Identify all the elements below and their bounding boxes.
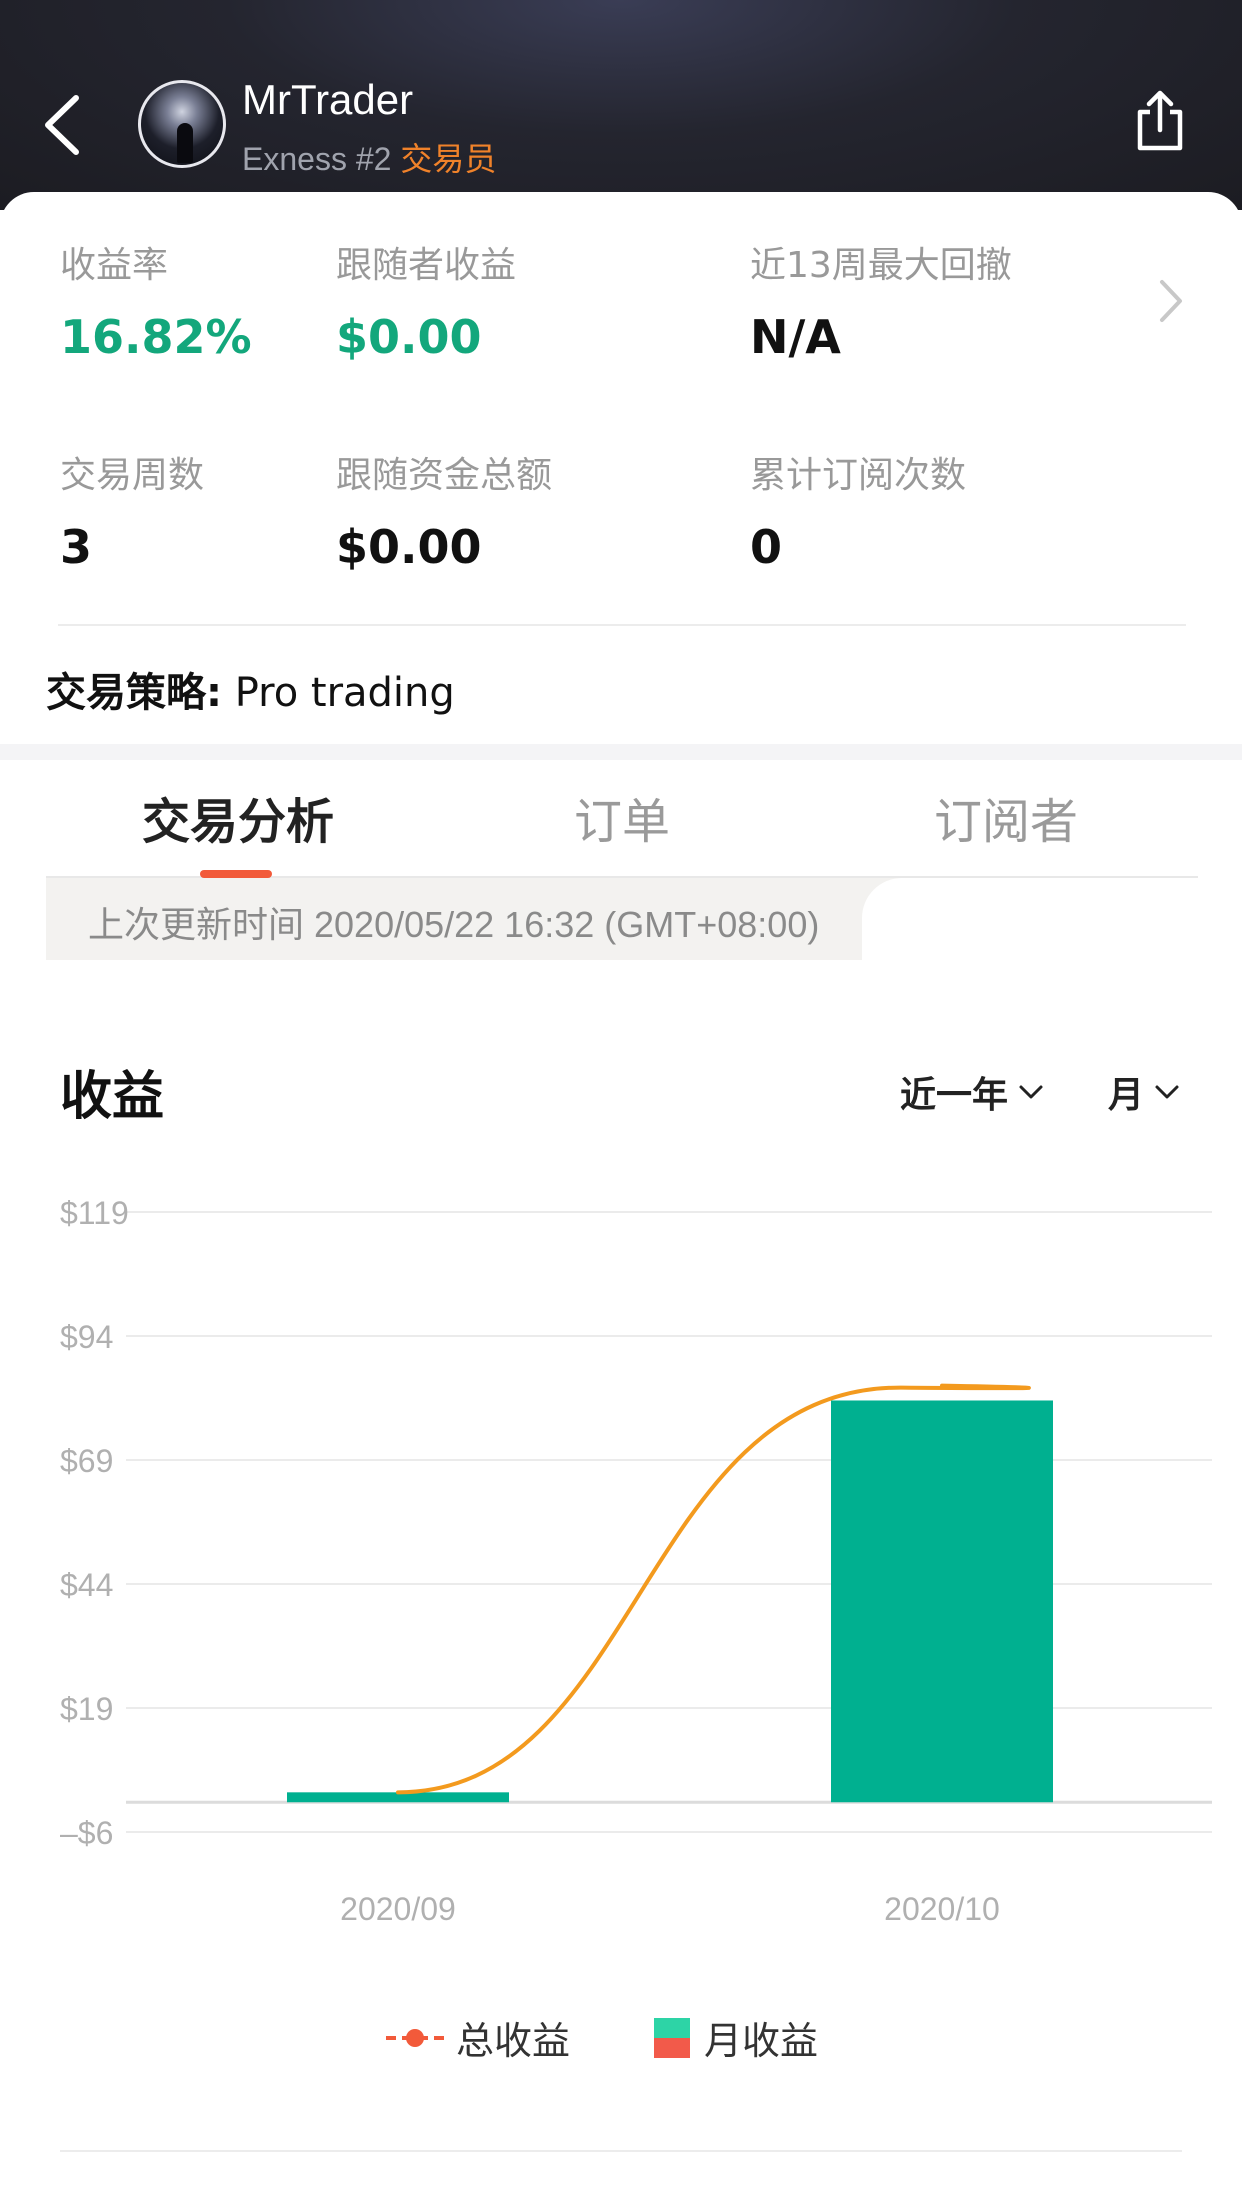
strategy-row: 交易策略: Pro trading	[46, 660, 455, 718]
bar-series-icon	[654, 2017, 690, 2058]
bottom-divider	[60, 2150, 1182, 2152]
chevron-right-icon[interactable]	[1156, 276, 1186, 326]
tab-subscribers[interactable]: 订阅者	[934, 782, 1078, 852]
range-dropdown-label: 近一年	[900, 1075, 1009, 1116]
last-update-text: 上次更新时间 2020/05/22 16:32 (GMT+08:00)	[88, 904, 820, 945]
return-rate-label: 收益率	[60, 245, 169, 286]
line-series-icon	[386, 2028, 444, 2047]
legend-monthly: 月收益	[654, 2010, 818, 2065]
tab-analysis[interactable]: 交易分析	[142, 782, 334, 852]
avatar[interactable]	[138, 80, 226, 168]
strategy-label: 交易策略:	[46, 670, 222, 716]
legend-total: 总收益	[384, 2010, 570, 2065]
last-update-banner: 上次更新时间 2020/05/22 16:32 (GMT+08:00)	[46, 878, 902, 960]
return-rate-value: 16.82%	[60, 310, 252, 364]
subscriptions-label: 累计订阅次数	[750, 455, 967, 496]
earnings-chart: $119 $94 $69 $44 $19 –$6 2020/09 2020/10	[60, 1195, 1212, 1927]
trader-subtitle: Exness #2 交易员	[242, 134, 496, 180]
tab-orders[interactable]: 订单	[574, 782, 670, 852]
legend-monthly-label: 月收益	[704, 2019, 819, 2063]
y-tick-label: $19	[60, 1691, 113, 1727]
max-drawdown-label: 近13周最大回撤	[750, 245, 1012, 286]
max-drawdown-value: N/A	[750, 310, 841, 364]
legend-total-label: 总收益	[456, 2019, 571, 2063]
range-dropdown[interactable]: 近一年	[900, 1066, 1044, 1118]
trader-name: MrTrader	[242, 76, 414, 123]
chevron-down-icon	[1155, 1085, 1179, 1099]
strategy-value: Pro trading	[234, 670, 455, 716]
follow-funds-label: 跟随资金总额	[336, 455, 553, 496]
chevron-down-icon	[1019, 1085, 1043, 1099]
trading-weeks-value: 3	[60, 520, 93, 574]
stats-divider	[58, 624, 1186, 626]
x-tick-label: 2020/09	[340, 1891, 456, 1927]
y-tick-label: $119	[60, 1195, 129, 1231]
section-separator	[0, 744, 1242, 760]
broker-account: Exness #2	[242, 141, 392, 177]
period-dropdown[interactable]: 月	[1108, 1066, 1180, 1118]
back-arrow-icon[interactable]	[38, 92, 88, 158]
y-tick-label: –$6	[60, 1815, 113, 1851]
period-dropdown-label: 月	[1108, 1075, 1145, 1116]
active-tab-indicator	[200, 870, 272, 878]
share-icon[interactable]	[1130, 88, 1190, 154]
y-tick-label: $44	[60, 1567, 113, 1603]
profile-header: MrTrader Exness #2 交易员	[0, 0, 1242, 210]
follower-profit-value: $0.00	[336, 310, 482, 364]
y-tick-label: $69	[60, 1443, 113, 1479]
follow-funds-value: $0.00	[336, 520, 482, 574]
earnings-title: 收益	[60, 1067, 165, 1127]
subscriptions-value: 0	[750, 520, 783, 574]
monthly-profit-bar	[831, 1400, 1053, 1803]
trading-weeks-label: 交易周数	[60, 455, 205, 496]
trader-role: 交易员	[400, 141, 497, 177]
y-tick-label: $94	[60, 1319, 113, 1355]
follower-profit-label: 跟随者收益	[336, 245, 517, 286]
x-tick-label: 2020/10	[884, 1891, 1000, 1927]
